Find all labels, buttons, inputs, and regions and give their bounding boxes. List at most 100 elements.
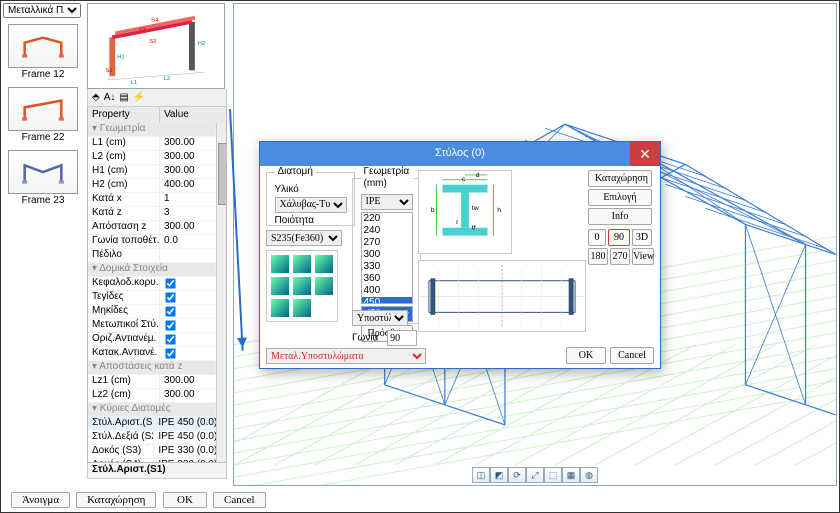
prop-row[interactable]: H1 (cm)300.00	[88, 165, 216, 179]
save-button[interactable]: Καταχώρηση	[76, 492, 156, 508]
svg-text:h: h	[497, 207, 501, 214]
prop-row[interactable]: Απόσταση z300.00	[88, 221, 216, 235]
filter-icon[interactable]: ▤	[119, 92, 128, 104]
frame-thumb-2[interactable]	[8, 87, 78, 131]
prop-checkbox[interactable]	[165, 278, 175, 288]
prop-section-members[interactable]: ▾ Κύριες Διατομές	[88, 403, 216, 416]
size-option[interactable]: 220	[362, 213, 412, 225]
size-option[interactable]: 300	[362, 249, 412, 261]
quality-label: Ποιότητα	[275, 215, 347, 227]
prop-status: Στύλ.Αριστ.(S1)	[87, 463, 227, 479]
prop-row[interactable]: H2 (cm)400.00	[88, 179, 216, 193]
dim-w-button[interactable]: 180	[588, 248, 608, 265]
dialog-title: Στύλος (0)	[435, 147, 485, 160]
prop-checkbox[interactable]	[165, 306, 175, 316]
view-tool-5[interactable]: ⬚	[544, 467, 562, 483]
size-option[interactable]: 360	[362, 273, 412, 285]
prop-row[interactable]: L2 (cm)300.00	[88, 151, 216, 165]
prop-row[interactable]: Γωνία τοποθέτ.0.0	[88, 235, 216, 249]
lightning-icon[interactable]: ⚡	[133, 92, 145, 104]
support-type-select[interactable]: Υποστύλωμα	[352, 310, 408, 326]
prop-row[interactable]: Πέδιλο	[88, 249, 216, 263]
prop-checkbox[interactable]	[165, 320, 175, 330]
prop-row[interactable]: Κατά z3	[88, 207, 216, 221]
prop-checkbox[interactable]	[165, 292, 175, 302]
view-button[interactable]: View	[632, 248, 654, 265]
pick-button[interactable]: Επιλογή	[588, 189, 652, 206]
prop-row[interactable]: Μηκίδες	[88, 305, 216, 319]
view-tool-1[interactable]: ◫	[472, 467, 490, 483]
svg-text:S4: S4	[151, 18, 159, 24]
store-button[interactable]: Καταχώρηση	[588, 170, 652, 187]
prop-row[interactable]: Στύλ.Αριστ.(S1)IPE 450 (0.0)	[88, 417, 216, 431]
prop-row[interactable]: Οριζ.Αντιανέμ.	[88, 333, 216, 347]
prop-row[interactable]: Δοκός (S4)IPE 330 (0.0)	[88, 459, 216, 462]
open-button[interactable]: Άνοιγμα	[11, 492, 70, 508]
prop-section-spacing[interactable]: ▾ Αποστάσεις κατά z	[88, 361, 216, 374]
category-select[interactable]: Μεταλ.Υποστυλώματα	[266, 348, 426, 364]
frame-type-select[interactable]: Μεταλλικά Πλαίσια	[3, 3, 81, 18]
size-option[interactable]: 240	[362, 225, 412, 237]
prop-row[interactable]: Δοκός (S3)IPE 330 (0.0)	[88, 445, 216, 459]
prop-row[interactable]: Κατακ.Αντιανέ.	[88, 347, 216, 361]
rot-0-button[interactable]: 0	[588, 229, 606, 246]
view-3d-button[interactable]: 3D	[632, 229, 652, 246]
svg-text:c: c	[462, 176, 466, 183]
section-shape-palette[interactable]	[266, 250, 338, 322]
material-select[interactable]: Χάλυβας-Τυπικές	[275, 197, 347, 213]
frame-thumb-3[interactable]	[8, 150, 78, 194]
prop-row[interactable]: L1 (cm)300.00	[88, 137, 216, 151]
frame-thumb-1[interactable]	[8, 24, 78, 68]
view-tool-4[interactable]: ⤢	[526, 467, 544, 483]
prop-row[interactable]: Lz2 (cm)300.00	[88, 389, 216, 403]
prop-checkbox[interactable]	[165, 348, 175, 358]
size-option[interactable]: 450	[362, 297, 412, 304]
prop-hdr-name: Property	[88, 107, 160, 123]
svg-text:tf: tf	[472, 225, 476, 232]
prop-section-struct[interactable]: ▾ Δομικά Στοιχεία	[88, 263, 216, 276]
rot-90-button[interactable]: 90	[608, 229, 630, 246]
property-grid[interactable]: Property Value ▾ ΓεωμετρίαL1 (cm)300.00L…	[87, 107, 227, 463]
prop-row[interactable]: Κεφαλοδ.κορυ.	[88, 277, 216, 291]
prop-row[interactable]: Κατά x1	[88, 193, 216, 207]
ok-button[interactable]: OK	[163, 492, 207, 508]
sort-z-icon[interactable]: A↓	[104, 92, 116, 104]
prop-row[interactable]: Στύλ.Δεξιά (S2)IPE 450 (0.0)	[88, 431, 216, 445]
info-button[interactable]: Info	[588, 208, 652, 225]
svg-text:S3: S3	[139, 27, 146, 33]
angle-input[interactable]	[387, 330, 417, 346]
prop-row[interactable]: Lz1 (cm)300.00	[88, 375, 216, 389]
svg-text:tw: tw	[472, 205, 479, 212]
material-label: Υλικό	[275, 184, 347, 196]
frame-preview: S1 S2 S4 S3 H1 H2 L1 L2	[87, 3, 225, 89]
prop-scrollbar[interactable]	[216, 123, 226, 462]
prop-section-geom[interactable]: ▾ Γεωμετρία	[88, 123, 216, 136]
dialog-ok-button[interactable]: OK	[566, 347, 606, 364]
sort-a-icon[interactable]: ⬘	[92, 92, 100, 104]
cancel-button[interactable]: Cancel	[213, 492, 266, 508]
prop-checkbox[interactable]	[165, 334, 175, 344]
view-tool-3[interactable]: ⟳	[508, 467, 526, 483]
svg-text:H1: H1	[117, 55, 124, 61]
quality-select[interactable]: S235(Fe360)	[266, 230, 342, 246]
size-list[interactable]: 220240270300330360400450	[361, 212, 413, 304]
dialog-cancel-button[interactable]: Cancel	[610, 347, 654, 364]
size-option[interactable]: 400	[362, 285, 412, 297]
section-diagram: b c d h tw tf r	[418, 170, 512, 254]
section-dialog: Στύλος (0) ✕ Διατομή Υλικό Χάλυβας-Τυπικ…	[259, 141, 661, 369]
angle-label: Γωνία	[352, 333, 378, 344]
svg-text:L2: L2	[164, 76, 170, 82]
size-option[interactable]: 330	[362, 261, 412, 273]
view-tool-6[interactable]: ▦	[562, 467, 580, 483]
shape-select[interactable]: IPE	[361, 194, 413, 210]
elevation-diagram	[418, 260, 586, 332]
dialog-close-button[interactable]: ✕	[630, 142, 660, 166]
size-option[interactable]: 270	[362, 237, 412, 249]
dim-h-button[interactable]: 270	[610, 248, 630, 265]
svg-text:r: r	[456, 219, 459, 226]
prop-row[interactable]: Μετωπικοί Στύ.	[88, 319, 216, 333]
prop-row[interactable]: Τεγίδες	[88, 291, 216, 305]
view-tool-7[interactable]: ◍	[580, 467, 598, 483]
svg-text:d: d	[476, 172, 480, 179]
view-tool-2[interactable]: ◩	[490, 467, 508, 483]
